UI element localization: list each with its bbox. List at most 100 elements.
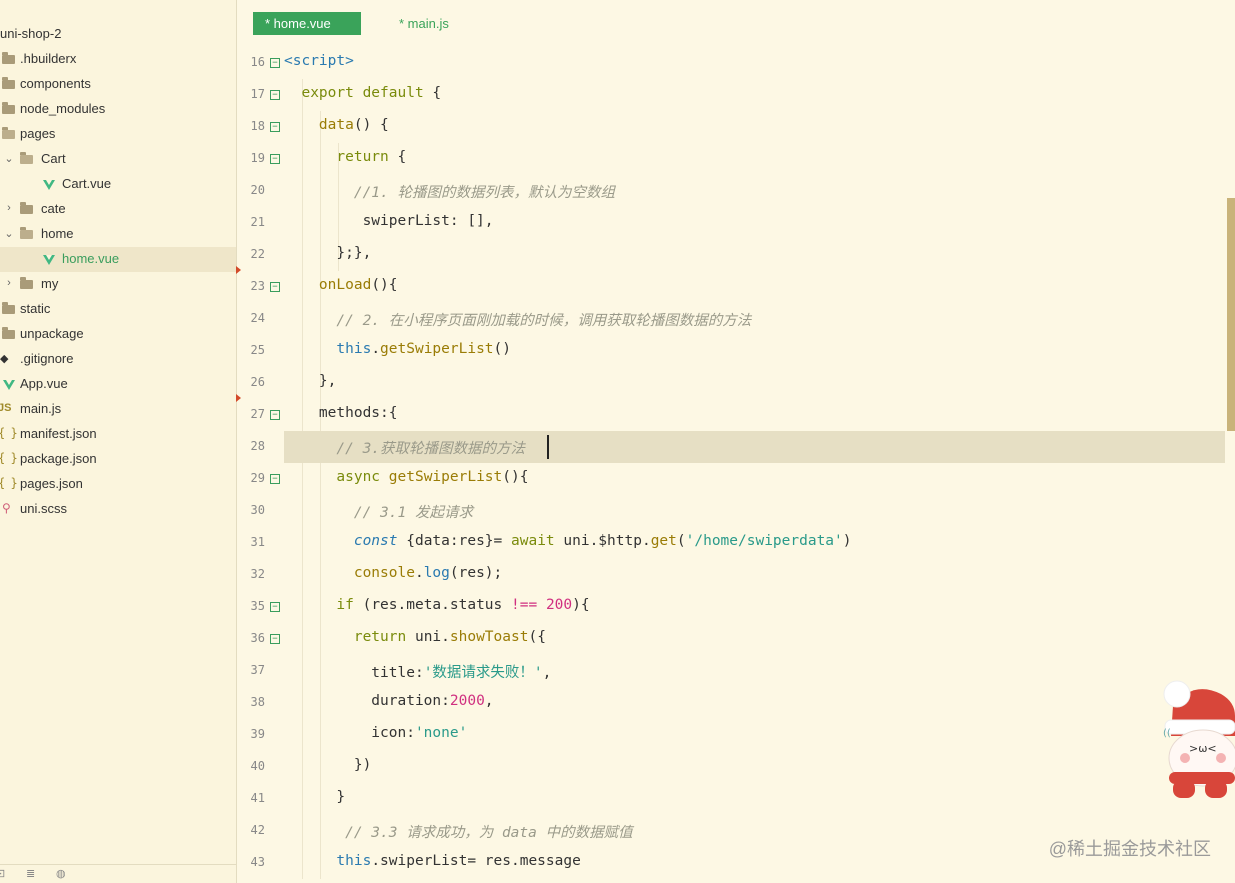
line-number: 37 [250, 663, 265, 677]
code-text: // 3.3 请求成功，为 data 中的数据赋值 [345, 825, 633, 841]
project-explorer: uni-shop-2 .hbuilderx components node_modul… [0, 0, 237, 883]
tree-item-package-json[interactable]: { }package.json [0, 447, 236, 472]
tree-item-node-modules[interactable]: node_modules [0, 97, 236, 122]
tree-item-home[interactable]: ⌄ home [0, 222, 236, 247]
code-text: if (res.meta.status !== 200){ [336, 597, 590, 613]
tab-home-vue[interactable]: * home.vue [253, 12, 361, 35]
tree-item-cate[interactable]: › cate [0, 197, 236, 222]
tree-item-gitignore[interactable]: ◆ .gitignore [0, 347, 236, 372]
folder-icon [20, 202, 33, 214]
tree-item-cart-vue[interactable]: Cart.vue [0, 172, 236, 197]
fold-toggle-icon[interactable]: − [270, 154, 280, 164]
change-marker-icon [236, 266, 241, 274]
code-text: }) [284, 757, 372, 773]
tree-item-label: .gitignore [20, 351, 74, 366]
folder-icon [2, 302, 15, 314]
code-line[interactable]: 40 }) [237, 751, 1225, 783]
code-line[interactable]: 23− onLoad(){ [237, 271, 1225, 303]
code-text: return { [336, 149, 407, 165]
tree-item-components[interactable]: components [0, 72, 236, 97]
code-text: this.getSwiperList() [336, 341, 512, 357]
code-line[interactable]: 27− methods:{ [237, 399, 1225, 431]
tree-item-unpackage[interactable]: unpackage [0, 322, 236, 347]
tree-item-my[interactable]: › my [0, 272, 236, 297]
fold-toggle-icon[interactable]: − [270, 90, 280, 100]
code-text: swiperList: [], [284, 213, 494, 229]
tree-item-cart[interactable]: ⌄ Cart [0, 147, 236, 172]
fold-toggle-icon[interactable]: − [270, 474, 280, 484]
code-text: } [284, 789, 346, 805]
code-line[interactable]: 18− data() { [237, 111, 1225, 143]
fold-toggle-icon[interactable]: − [270, 282, 280, 292]
git-file-icon: ◆ [0, 353, 9, 365]
chevron-right-icon[interactable]: › [4, 202, 14, 214]
code-text: }, [284, 373, 337, 389]
json-file-icon: { } [0, 426, 18, 440]
tree-item-pages-json[interactable]: { }pages.json [0, 472, 236, 497]
json-file-icon: { } [0, 451, 18, 465]
vue-file-icon [43, 255, 55, 265]
code-editor[interactable]: * home.vue * main.js 16− <script> 17− expo… [237, 0, 1235, 883]
vertical-scrollbar-thumb[interactable] [1227, 198, 1235, 431]
code-line[interactable]: 21 swiperList: [], [237, 207, 1225, 239]
code-line[interactable]: 28 // 3.获取轮播图数据的方法 [237, 431, 1225, 463]
tree-item-uni-shop-2[interactable]: uni-shop-2 [0, 22, 236, 47]
line-number: 39 [250, 727, 265, 741]
json-file-icon: { } [0, 476, 18, 490]
line-number: 27 [250, 407, 265, 421]
tree-item-manifest-json[interactable]: { }manifest.json [0, 422, 236, 447]
code-line[interactable]: 17− export default { [237, 79, 1225, 111]
chevron-right-icon[interactable]: › [4, 277, 14, 289]
tree-item-label: home [41, 226, 74, 241]
code-text: icon:'none' [284, 725, 468, 741]
code-text: // 3.获取轮播图数据的方法 [336, 441, 526, 457]
line-number: 18 [250, 119, 265, 133]
fold-toggle-icon[interactable]: − [270, 122, 280, 132]
tree-item-label: App.vue [20, 376, 68, 391]
code-text: this.swiperList= res.message [336, 853, 581, 869]
code-line[interactable]: 31 const {data:res}= await uni.$http.get… [237, 527, 1225, 559]
code-line[interactable]: 25 this.getSwiperList() [237, 335, 1225, 367]
tree-item-static[interactable]: static [0, 297, 236, 322]
tree-item-home-vue[interactable]: home.vue [0, 247, 236, 272]
code-line[interactable]: 29− async getSwiperList(){ [237, 463, 1225, 495]
line-number: 16 [250, 55, 265, 69]
code-line[interactable]: 32 console.log(res); [237, 559, 1225, 591]
tree-item-app-vue[interactable]: App.vue [0, 372, 236, 397]
fold-toggle-icon[interactable]: − [270, 634, 280, 644]
code-line[interactable]: 41 } [237, 783, 1225, 815]
tree-item-hbuilderx[interactable]: .hbuilderx [0, 47, 236, 72]
code-line[interactable]: 26 }, [237, 367, 1225, 399]
code-line[interactable]: 24 // 2. 在小程序页面刚加载的时候，调用获取轮播图数据的方法 [237, 303, 1225, 335]
line-number: 23 [250, 279, 265, 293]
chevron-down-icon[interactable]: ⌄ [4, 227, 14, 240]
code-text: // 2. 在小程序页面刚加载的时候，调用获取轮播图数据的方法 [336, 313, 752, 329]
line-number: 43 [250, 855, 265, 869]
fold-toggle-icon[interactable]: − [270, 602, 280, 612]
fold-toggle-icon[interactable]: − [270, 410, 280, 420]
code-line[interactable]: 20 //1. 轮播图的数据列表，默认为空数组 [237, 175, 1225, 207]
code-text: async getSwiperList(){ [336, 469, 529, 485]
code-text: };}, [284, 245, 372, 261]
tree-item-uni-scss[interactable]: ⚲ uni.scss [0, 497, 236, 522]
code-line[interactable]: 19− return { [237, 143, 1225, 175]
code-line[interactable]: 30 // 3.1 发起请求 [237, 495, 1225, 527]
search-list-icon[interactable]: ≣ [26, 867, 35, 880]
tree-item-main-js[interactable]: JS main.js [0, 397, 236, 422]
code-line[interactable]: 16− <script> [237, 47, 1225, 79]
change-marker-icon [236, 394, 241, 402]
code-line[interactable]: 22 };}, [237, 239, 1225, 271]
layout-icon[interactable]: ⊡ [0, 867, 5, 880]
globe-icon[interactable]: ◍ [56, 867, 66, 880]
fold-toggle-icon[interactable]: − [270, 58, 280, 68]
code-line[interactable]: 35− if (res.meta.status !== 200){ [237, 591, 1225, 623]
code-line[interactable]: 37 title:'数据请求失败！', [237, 655, 1225, 687]
tab-main-js[interactable]: * main.js [387, 12, 489, 35]
tree-item-label: pages.json [20, 476, 83, 491]
code-line[interactable]: 38 duration:2000, [237, 687, 1225, 719]
tree-item-label: main.js [20, 401, 62, 416]
tree-item-pages[interactable]: pages [0, 122, 236, 147]
chevron-down-icon[interactable]: ⌄ [4, 152, 14, 165]
code-line[interactable]: 39 icon:'none' [237, 719, 1225, 751]
code-line[interactable]: 36− return uni.showToast({ [237, 623, 1225, 655]
